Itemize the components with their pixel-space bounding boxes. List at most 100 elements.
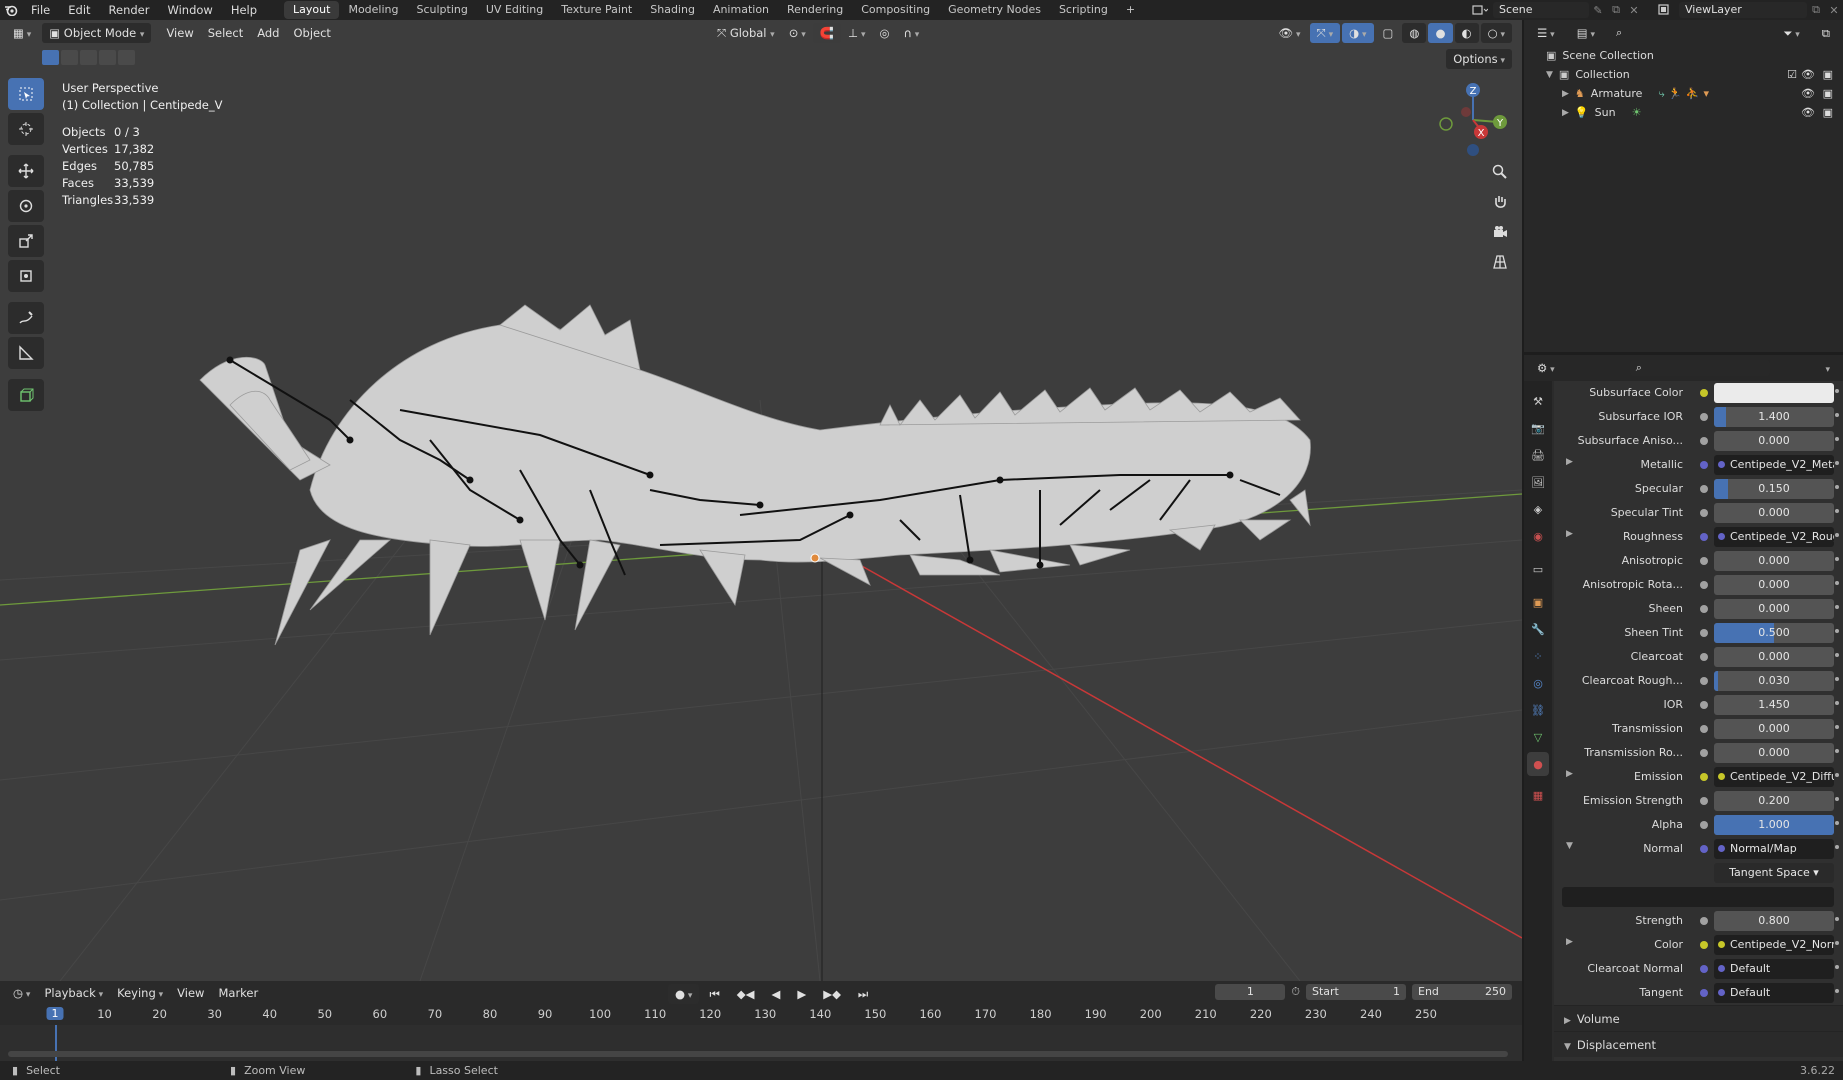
menu-object[interactable]: Object <box>286 23 337 43</box>
linked-node-field[interactable]: Centipede_V2_Rough... <box>1714 527 1834 547</box>
value-slider[interactable]: 0.000 <box>1714 575 1834 595</box>
workspace-tab-texture-paint[interactable]: Texture Paint <box>552 1 641 19</box>
value-slider[interactable]: 0.000 <box>1714 551 1834 571</box>
keyframe-dot-icon[interactable] <box>1835 989 1839 993</box>
keyframe-dot-icon[interactable] <box>1835 917 1839 921</box>
value-slider[interactable]: 0.000 <box>1714 647 1834 667</box>
world-tab-icon[interactable]: ◉ <box>1527 524 1549 548</box>
menu-marker[interactable]: Marker <box>211 983 265 1003</box>
socket-icon[interactable] <box>1700 749 1708 757</box>
value-slider[interactable]: 0.000 <box>1714 431 1834 451</box>
pan-hand-icon[interactable] <box>1488 190 1512 214</box>
linked-node-field[interactable]: Normal/Map <box>1714 839 1834 859</box>
xray-toggle-icon[interactable]: ▢ <box>1376 23 1401 43</box>
outliner-row-armature[interactable]: ▶ ♞ Armature ⤷ 🏃 ⛹ ▾ 👁 ▣ <box>1524 84 1843 103</box>
socket-icon[interactable] <box>1700 677 1708 685</box>
keyframe-dot-icon[interactable] <box>1835 749 1839 753</box>
value-slider[interactable]: 0.200 <box>1714 791 1834 811</box>
modifier-icon[interactable]: ⛹ <box>1686 87 1700 100</box>
render-camera-icon[interactable]: ▣ <box>1823 68 1833 81</box>
timeline-editor[interactable]: ◷ Playback Keying View Marker ● ⏮ ◆◀ ◀ ▶… <box>0 981 1522 1061</box>
falloff-icon[interactable]: ∩ <box>897 23 927 43</box>
socket-icon[interactable] <box>1700 773 1708 781</box>
cursor-tool-icon[interactable] <box>8 113 44 145</box>
ortho-grid-icon[interactable] <box>1488 250 1512 274</box>
select-invert-icon[interactable] <box>99 50 116 65</box>
keyframe-dot-icon[interactable] <box>1835 461 1839 465</box>
menu-file[interactable]: File <box>22 0 59 20</box>
expand-arrow-icon[interactable]: ▶ <box>1562 89 1569 99</box>
current-frame-field[interactable]: 1 <box>1215 984 1286 1000</box>
play-reverse-icon[interactable]: ◀ <box>765 984 788 1004</box>
visibility-icon[interactable]: 👁 <box>1272 23 1308 43</box>
keyframe-dot-icon[interactable] <box>1835 725 1839 729</box>
material-shading-icon[interactable]: ◐ <box>1454 23 1479 43</box>
outliner-row-sun[interactable]: ▶ 💡 Sun ☀ 👁 ▣ <box>1524 103 1843 122</box>
display-mode-icon[interactable]: ▤ <box>1570 23 1602 43</box>
value-slider[interactable]: 0.000 <box>1714 503 1834 523</box>
new-collection-icon[interactable]: ⧉ <box>1815 23 1837 43</box>
play-icon[interactable]: ▶ <box>790 984 813 1004</box>
pin-icon[interactable]: ✎ <box>1589 4 1607 17</box>
menu-help[interactable]: Help <box>222 0 266 20</box>
snap-icon[interactable]: 🧲 <box>812 23 842 43</box>
scene-browse-icon[interactable] <box>1467 4 1493 16</box>
view-layer-name-field[interactable]: ViewLayer <box>1679 2 1807 18</box>
scene-tab-icon[interactable]: ◈ <box>1527 497 1549 521</box>
keyframe-dot-icon[interactable] <box>1835 653 1839 657</box>
value-slider[interactable]: 0.000 <box>1714 743 1834 763</box>
timeline-track-area[interactable] <box>0 1025 1522 1061</box>
outliner-search-input[interactable]: ⌕ <box>1609 25 1714 41</box>
modifier-tab-icon[interactable]: 🔧 <box>1527 617 1549 641</box>
menu-view[interactable]: View <box>159 23 200 43</box>
move-tool-icon[interactable] <box>8 155 44 187</box>
add-workspace-button[interactable]: + <box>1117 1 1144 19</box>
scale-tool-icon[interactable] <box>8 225 44 257</box>
render-tab-icon[interactable]: 📷 <box>1527 416 1549 440</box>
workspace-tab-modeling[interactable]: Modeling <box>339 1 407 19</box>
start-frame-field[interactable]: Start 1 <box>1306 984 1406 1000</box>
color-swatch[interactable] <box>1714 383 1834 403</box>
select-subtract-icon[interactable] <box>80 50 97 65</box>
menu-playback[interactable]: Playback <box>37 983 110 1003</box>
delete-scene-icon[interactable]: ✕ <box>1625 4 1643 17</box>
linked-node-field[interactable]: Centipede_V2_Metalli... <box>1714 455 1834 475</box>
expand-arrow-icon[interactable]: ▶ <box>1566 769 1573 779</box>
keyframe-dot-icon[interactable] <box>1835 509 1839 513</box>
output-tab-icon[interactable]: 🖨 <box>1527 443 1549 467</box>
properties-search-input[interactable]: ⌕ <box>1629 360 1770 376</box>
tool-tab-icon[interactable]: ⚒ <box>1527 389 1549 413</box>
measure-tool-icon[interactable] <box>8 337 44 369</box>
outliner-editor-type-icon[interactable]: ☰ <box>1530 23 1562 43</box>
eye-icon[interactable]: 👁 <box>1801 106 1815 119</box>
keyframe-dot-icon[interactable] <box>1835 845 1839 849</box>
value-slider[interactable]: 1.450 <box>1714 695 1834 715</box>
socket-icon[interactable] <box>1700 581 1708 589</box>
socket-icon[interactable] <box>1700 533 1708 541</box>
camera-view-icon[interactable] <box>1488 220 1512 244</box>
record-keyframe-icon[interactable]: ● <box>668 984 700 1004</box>
editor-type-icon[interactable]: ▦ <box>6 23 38 43</box>
menu-window[interactable]: Window <box>158 0 221 20</box>
keyframe-dot-icon[interactable] <box>1835 941 1839 945</box>
expand-arrow-icon[interactable]: ▼ <box>1566 841 1573 851</box>
outliner-row-collection[interactable]: ▼ ▣ Collection ☑ 👁 ▣ <box>1524 65 1843 84</box>
texture-tab-icon[interactable]: ▦ <box>1527 783 1549 807</box>
menu-keying[interactable]: Keying <box>110 983 170 1003</box>
keyframe-dot-icon[interactable] <box>1835 533 1839 537</box>
workspace-tab-uv-editing[interactable]: UV Editing <box>477 1 552 19</box>
pivot-point-icon[interactable]: ⊙ <box>782 23 813 43</box>
value-slider[interactable]: 1.000 <box>1714 815 1834 835</box>
menu-select[interactable]: Select <box>201 23 250 43</box>
workspace-tab-geometry-nodes[interactable]: Geometry Nodes <box>939 1 1050 19</box>
view-layer-tab-icon[interactable]: 🖼 <box>1527 470 1549 494</box>
scene-name-field[interactable]: Scene <box>1493 2 1589 18</box>
current-frame-marker[interactable]: 1 <box>46 1007 64 1020</box>
workspace-tab-sculpting[interactable]: Sculpting <box>408 1 477 19</box>
socket-icon[interactable] <box>1700 917 1708 925</box>
keyframe-dot-icon[interactable] <box>1835 773 1839 777</box>
solid-shading-icon[interactable]: ● <box>1428 23 1453 43</box>
menu-add[interactable]: Add <box>250 23 286 43</box>
select-new-icon[interactable] <box>42 50 59 65</box>
keyframe-dot-icon[interactable] <box>1835 629 1839 633</box>
